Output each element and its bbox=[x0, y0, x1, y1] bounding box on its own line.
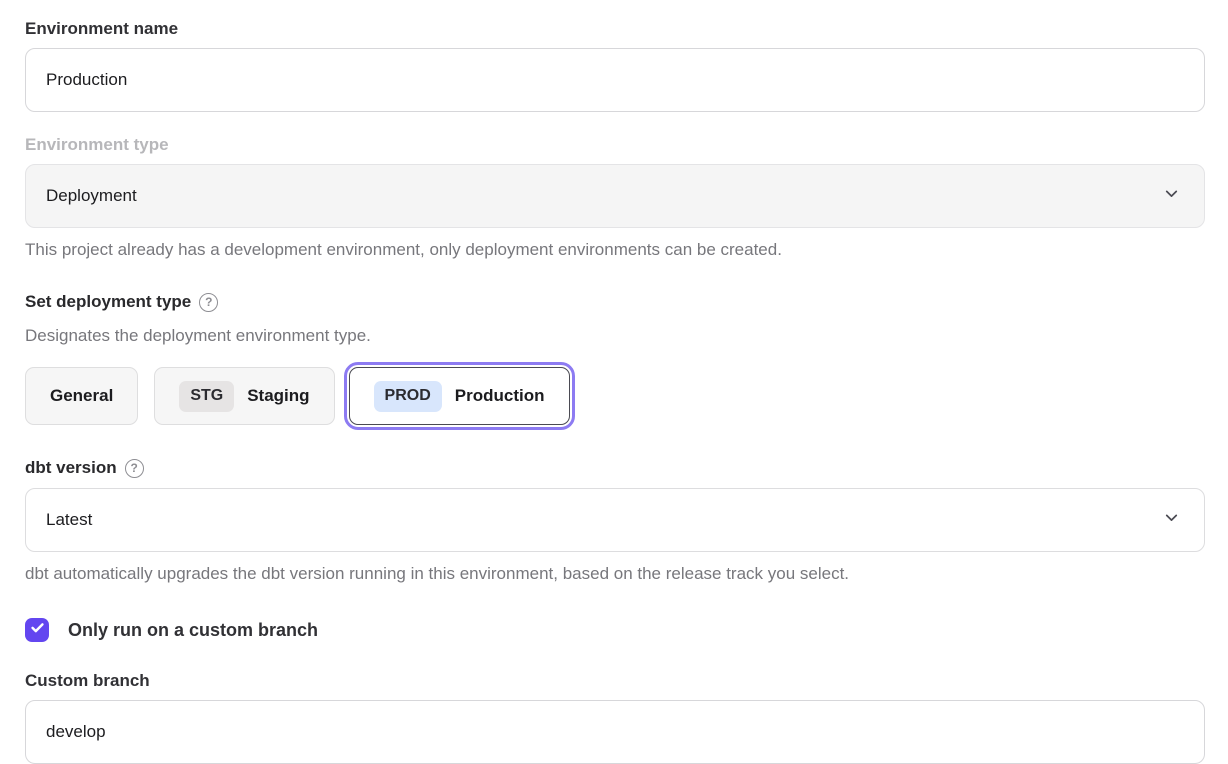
dbt-version-field: dbt version ? Latest dbt automatically u… bbox=[25, 457, 1205, 585]
environment-name-label: Environment name bbox=[25, 18, 1205, 40]
environment-type-label: Environment type bbox=[25, 134, 1205, 156]
environment-name-field: Environment name bbox=[25, 18, 1205, 112]
staging-badge: STG bbox=[179, 381, 234, 412]
dbt-version-value: Latest bbox=[46, 510, 92, 530]
deployment-type-staging-button[interactable]: STG Staging bbox=[154, 367, 334, 425]
environment-type-field: Environment type Deployment This project… bbox=[25, 134, 1205, 261]
custom-branch-label: Custom branch bbox=[25, 670, 1205, 692]
custom-branch-field: Custom branch bbox=[25, 670, 1205, 764]
deployment-type-heading: Set deployment type ? bbox=[25, 291, 1205, 313]
help-icon[interactable]: ? bbox=[125, 459, 144, 478]
environment-type-helper: This project already has a development e… bbox=[25, 239, 1205, 261]
deployment-type-options: General STG Staging PROD Production bbox=[25, 362, 1205, 430]
production-badge: PROD bbox=[374, 381, 442, 412]
chevron-down-icon bbox=[1163, 509, 1180, 531]
deployment-type-heading-text: Set deployment type bbox=[25, 291, 191, 313]
help-icon[interactable]: ? bbox=[199, 293, 218, 312]
environment-name-input[interactable] bbox=[25, 48, 1205, 112]
dbt-version-heading: dbt version ? bbox=[25, 457, 1205, 479]
custom-branch-checkbox[interactable] bbox=[25, 618, 49, 642]
chevron-down-icon bbox=[1163, 185, 1180, 207]
staging-button-label: Staging bbox=[247, 386, 309, 406]
deployment-type-general-button[interactable]: General bbox=[25, 367, 138, 425]
dbt-version-helper: dbt automatically upgrades the dbt versi… bbox=[25, 563, 1205, 585]
environment-type-select[interactable]: Deployment bbox=[25, 164, 1205, 228]
custom-branch-input[interactable] bbox=[25, 700, 1205, 764]
environment-type-value: Deployment bbox=[46, 186, 137, 206]
deployment-type-helper: Designates the deployment environment ty… bbox=[25, 325, 1205, 347]
check-icon bbox=[29, 619, 46, 641]
production-button-label: Production bbox=[455, 386, 545, 406]
deployment-type-section: Set deployment type ? Designates the dep… bbox=[25, 291, 1205, 430]
dbt-version-select[interactable]: Latest bbox=[25, 488, 1205, 552]
environment-settings-form: Environment name Environment type Deploy… bbox=[0, 0, 1228, 764]
selected-option-ring: PROD Production bbox=[344, 362, 575, 430]
deployment-type-production-button[interactable]: PROD Production bbox=[349, 367, 570, 425]
custom-branch-toggle-label: Only run on a custom branch bbox=[68, 620, 318, 641]
custom-branch-toggle-row: Only run on a custom branch bbox=[25, 618, 1205, 642]
dbt-version-heading-text: dbt version bbox=[25, 457, 117, 479]
general-button-label: General bbox=[50, 386, 113, 406]
